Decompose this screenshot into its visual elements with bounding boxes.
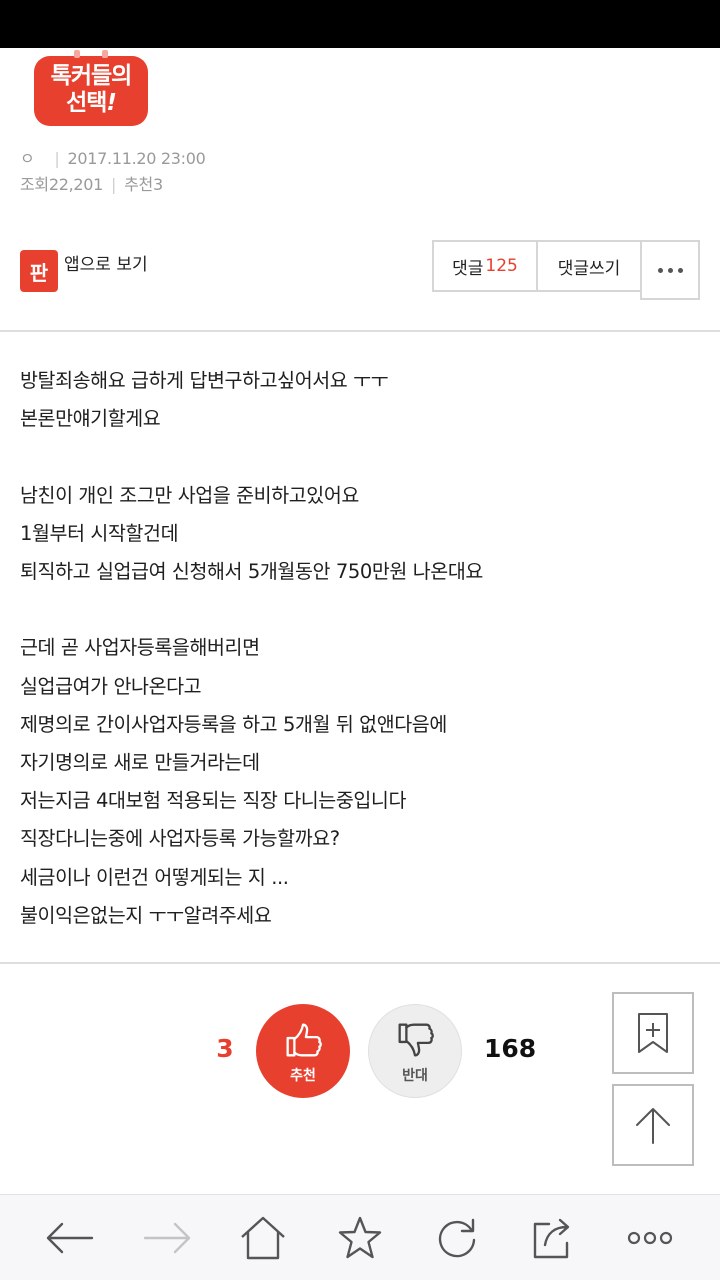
pann-app-icon: 판 [20,250,58,292]
open-in-app-label: 앱으로 보기 [64,254,148,275]
refresh-icon [438,1218,475,1257]
home-icon [241,1216,286,1259]
bookmark-button[interactable] [612,992,694,1074]
more-dots-icon [657,267,683,273]
forward-button[interactable] [132,1208,202,1268]
editors-pick-badge: 톡커들의 선택! [34,50,148,126]
view-count: 조회22,201 [20,175,104,194]
upvote-count: 3 [216,1034,234,1063]
post-meta-author-date: ㅇ | 2017.11.20 23:00 [20,149,206,168]
badge-decoration [102,50,108,58]
favorite-button[interactable] [325,1208,395,1268]
badge-decoration [74,50,80,58]
more-dots-icon [627,1231,672,1244]
status-bar [0,0,720,48]
thumbs-down-icon [398,1023,434,1057]
bookmark-add-icon [638,1013,668,1053]
divider [0,962,720,964]
downvote-label: 반대 [402,1068,428,1084]
star-icon [338,1216,382,1258]
thumbs-up-icon [286,1023,322,1057]
share-button[interactable] [518,1208,588,1268]
badge-line1: 톡커들의 [50,63,133,89]
browser-nav-bar [0,1194,720,1280]
back-button[interactable] [35,1208,105,1268]
more-options-button[interactable] [640,240,700,300]
downvote-button[interactable]: 반대 [368,1004,462,1098]
upvote-label: 추천 [290,1068,316,1084]
recommend-count: 추천3 [124,175,163,194]
post-meta-stats: 조회22,201 | 추천3 [20,175,163,194]
post-date: 2017.11.20 23:00 [67,149,206,168]
author-name[interactable]: ㅇ [20,149,35,168]
more-button[interactable] [615,1208,685,1268]
home-button[interactable] [228,1208,298,1268]
scroll-top-button[interactable] [612,1084,694,1166]
badge-line2: 선택 [66,90,107,116]
post-body: 방탈죄송해요 급하게 답변구하고싶어서요 ㅜㅜ 본론만얘기할게요 남친이 개인 … [20,369,483,927]
write-comment-button[interactable]: 댓글쓰기 [536,240,642,292]
open-in-app-link[interactable]: 판 앱으로 보기 [20,250,148,292]
upvote-button[interactable]: 추천 [256,1004,350,1098]
comments-button[interactable]: 댓글 125 [432,240,538,292]
comments-count: 125 [485,256,518,276]
refresh-button[interactable] [422,1208,492,1268]
comments-label: 댓글 [452,258,484,279]
forward-arrow-icon [143,1222,191,1253]
share-icon [533,1218,570,1258]
downvote-count: 168 [484,1034,537,1063]
scroll-top-arrow-icon [636,1108,670,1144]
badge-exclamation: ! [106,90,116,116]
back-arrow-icon [47,1222,94,1253]
write-comment-label: 댓글쓰기 [557,258,621,279]
divider [0,330,720,332]
